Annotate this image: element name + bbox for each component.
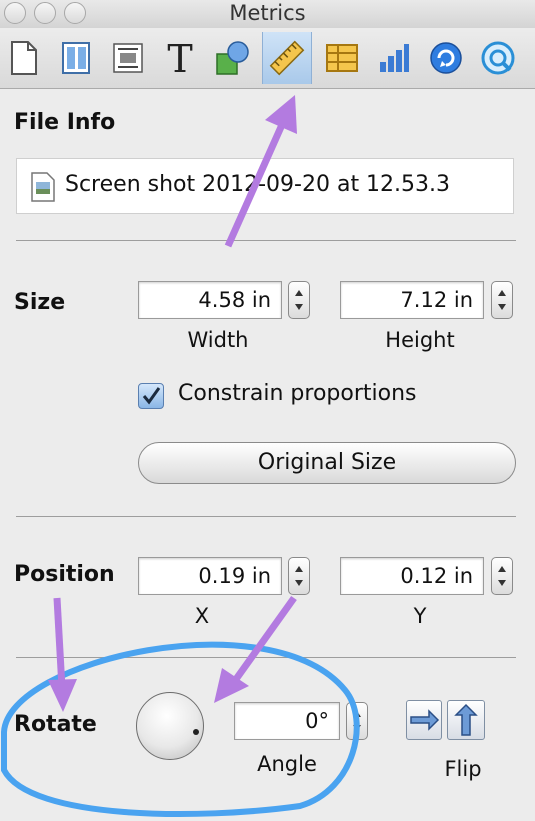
position-x-stepper[interactable] xyxy=(288,557,310,595)
width-field[interactable]: 4.58 in xyxy=(138,281,282,319)
tab-layout[interactable] xyxy=(52,32,100,84)
quicktime-icon xyxy=(481,41,515,75)
flip-horizontal-button[interactable] xyxy=(406,700,442,740)
angle-stepper[interactable] xyxy=(346,702,368,740)
tab-document[interactable] xyxy=(0,32,48,84)
bar-chart-icon xyxy=(380,44,409,72)
rotate-label: Rotate xyxy=(14,712,97,737)
file-info-label: File Info xyxy=(14,110,116,135)
tab-chart[interactable] xyxy=(370,32,418,84)
constrain-proportions-checkbox[interactable] xyxy=(138,383,164,409)
width-caption: Width xyxy=(187,328,249,352)
size-label: Size xyxy=(14,290,66,315)
tab-metrics[interactable] xyxy=(262,32,312,84)
tab-text[interactable]: T xyxy=(156,32,204,84)
shapes-icon xyxy=(216,41,249,75)
width-stepper[interactable] xyxy=(288,281,310,319)
constrain-proportions-label: Constrain proportions xyxy=(178,381,417,406)
annotation-arrow xyxy=(48,597,77,712)
separator xyxy=(16,516,516,517)
height-field[interactable]: 7.12 in xyxy=(340,281,484,319)
title-bar: Metrics xyxy=(0,0,535,28)
flip-caption: Flip xyxy=(444,757,482,781)
document-icon xyxy=(11,41,37,75)
checkmark-icon xyxy=(142,387,161,405)
flip-vertical-icon xyxy=(454,703,478,736)
tab-table[interactable] xyxy=(318,32,366,84)
file-name: Screen shot 2012-09-20 at 12.53.3 xyxy=(65,172,451,197)
flip-horizontal-icon xyxy=(410,709,440,731)
separator xyxy=(16,240,516,241)
image-file-icon xyxy=(31,172,55,202)
position-label: Position xyxy=(14,562,115,587)
rotate-knob[interactable] xyxy=(136,692,204,760)
file-info-field: Screen shot 2012-09-20 at 12.53.3 xyxy=(16,158,514,214)
wrap-icon xyxy=(113,43,143,73)
height-stepper[interactable] xyxy=(491,281,513,319)
flip-vertical-button[interactable] xyxy=(447,700,485,740)
position-x-field[interactable]: 0.19 in xyxy=(138,557,282,595)
angle-field[interactable]: 0° xyxy=(234,702,340,740)
inspector-toolbar: T xyxy=(0,28,535,89)
table-icon xyxy=(326,44,358,72)
tab-wrap[interactable] xyxy=(104,32,152,84)
ruler-icon xyxy=(269,40,305,76)
x-caption: X xyxy=(194,604,210,628)
text-icon: T xyxy=(167,38,192,78)
tab-graphic[interactable] xyxy=(208,32,256,84)
link-icon xyxy=(430,42,462,74)
tab-link[interactable] xyxy=(422,32,470,84)
window-title: Metrics xyxy=(229,1,306,25)
position-y-stepper[interactable] xyxy=(491,557,513,595)
y-caption: Y xyxy=(413,604,427,628)
angle-caption: Angle xyxy=(257,752,317,776)
separator xyxy=(16,657,516,658)
original-size-button[interactable]: Original Size xyxy=(138,442,516,484)
layout-icon xyxy=(62,42,90,74)
svg-text:T: T xyxy=(167,38,192,78)
tab-quicktime[interactable] xyxy=(474,32,522,84)
height-caption: Height xyxy=(385,328,455,352)
position-y-field[interactable]: 0.12 in xyxy=(340,557,484,595)
